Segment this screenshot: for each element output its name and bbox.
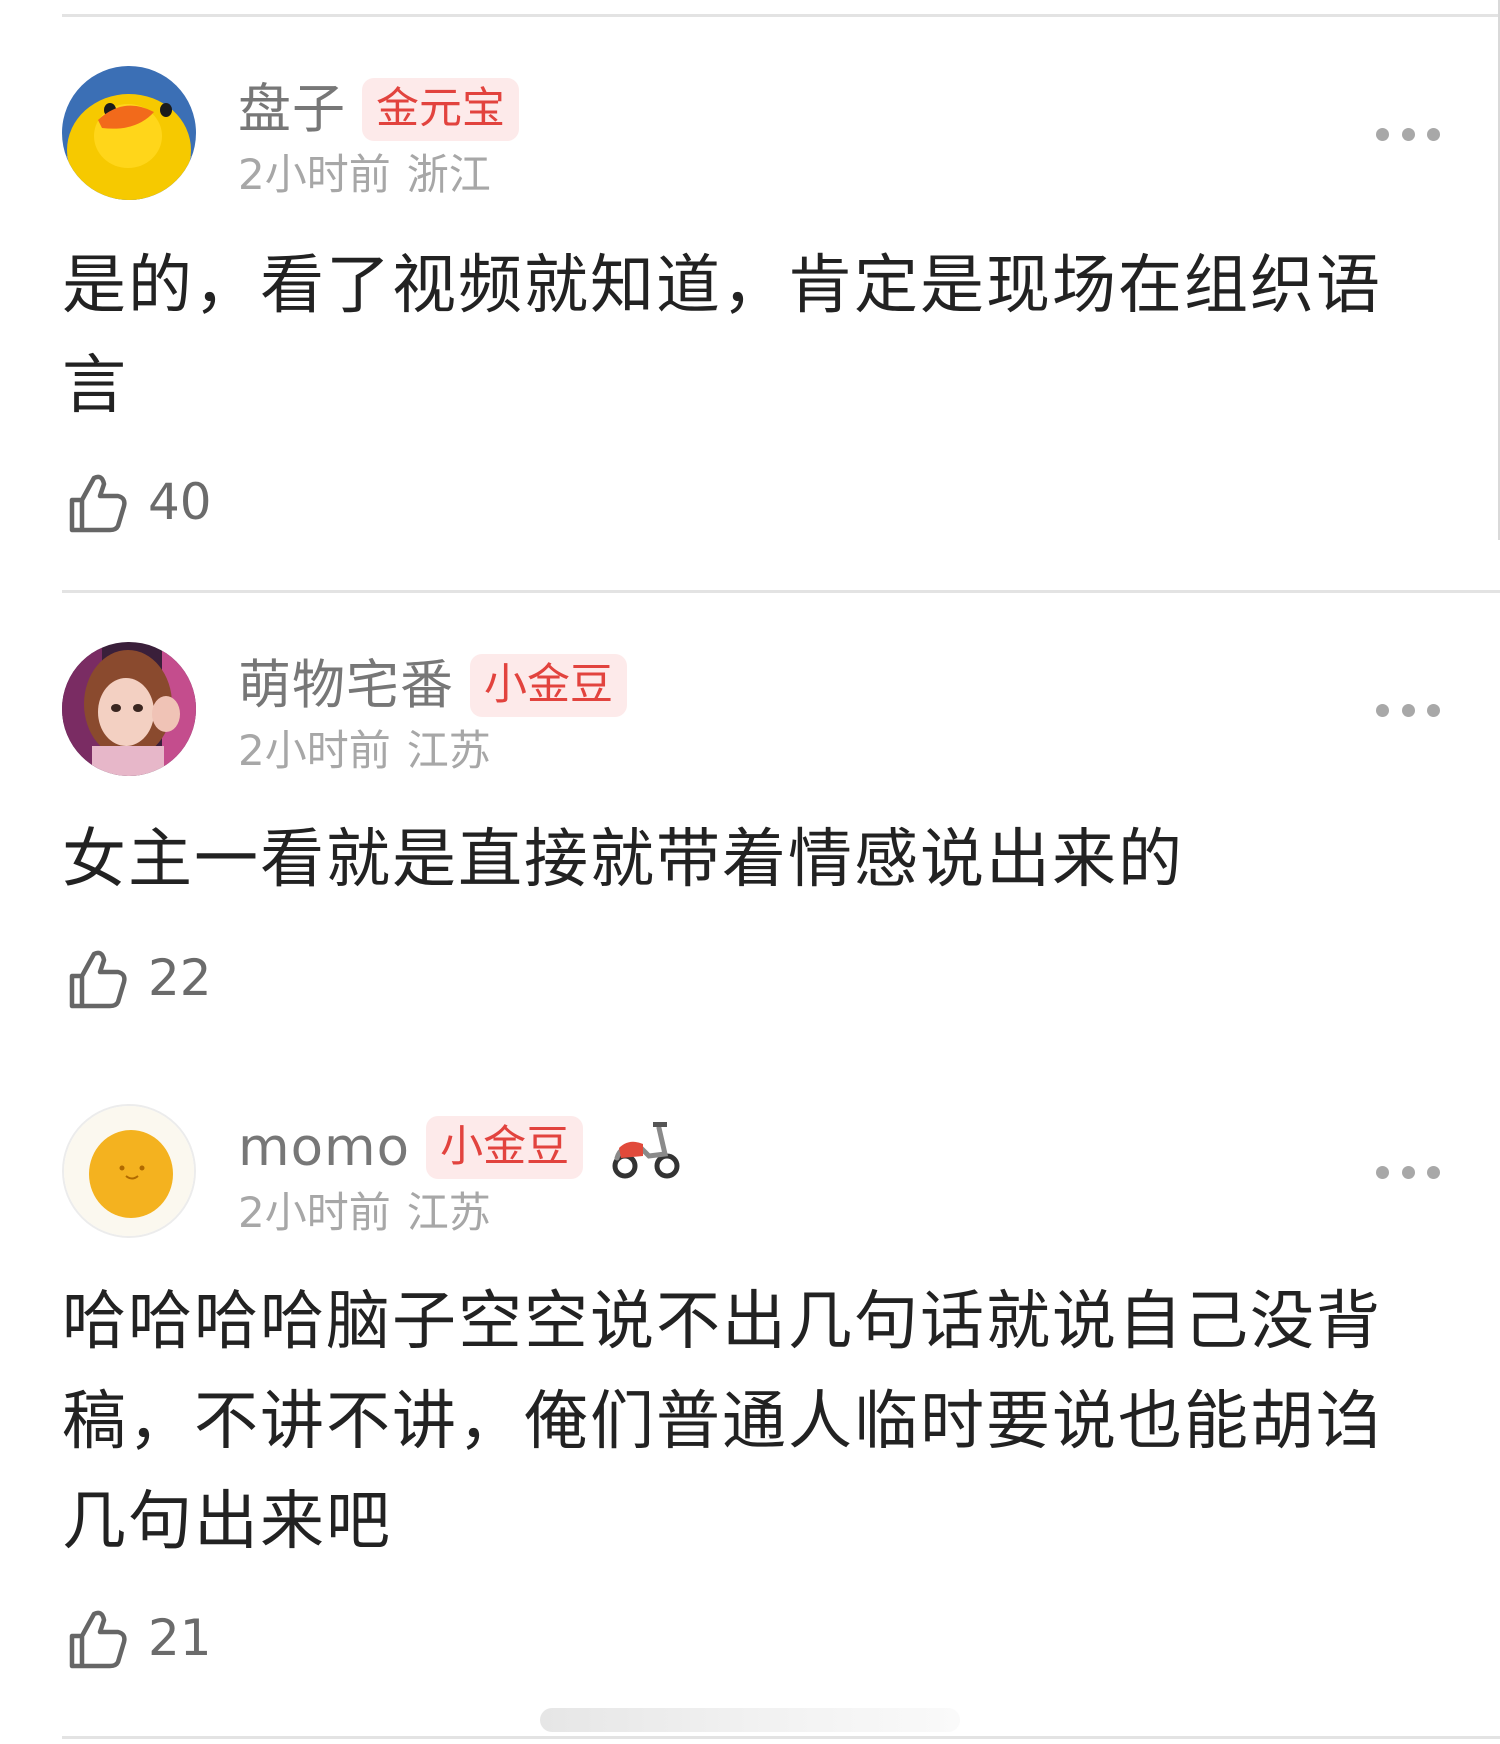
more-dot-icon	[1401, 127, 1415, 141]
more-options-button[interactable]	[1376, 124, 1440, 144]
comment-text: 是的，看了视频就知道，肯定是现场在组织语言	[62, 249, 1382, 423]
location: 江苏	[406, 726, 491, 775]
level-badge: 金元宝	[362, 77, 519, 141]
more-dot-icon	[1376, 703, 1389, 717]
username[interactable]: 萌物宅番	[238, 659, 454, 712]
avatar[interactable]	[62, 642, 196, 776]
comment-text: 女主一看就是直接就带着情感说出来的	[62, 823, 1184, 897]
thumbs-up-icon	[69, 950, 127, 1009]
comment-divider	[62, 590, 1500, 593]
location: 江苏	[406, 1188, 491, 1237]
more-dot-icon	[1427, 127, 1440, 141]
thumbs-up-icon	[69, 474, 127, 533]
more-dot-icon	[1401, 1165, 1415, 1179]
girl-photo-icon	[62, 642, 196, 776]
avatar[interactable]	[62, 1104, 196, 1238]
more-dot-icon	[1376, 1165, 1389, 1179]
more-dot-icon	[1376, 127, 1389, 141]
more-dot-icon	[1427, 1165, 1440, 1179]
username[interactable]: momo	[238, 1121, 410, 1174]
level-badge: 小金豆	[426, 1115, 584, 1179]
comment-meta: 2小时前 江苏	[238, 730, 491, 772]
more-dot-icon	[1401, 703, 1415, 717]
comment-meta: 2小时前 江苏	[238, 1192, 491, 1234]
timestamp: 2小时前	[238, 1188, 391, 1237]
more-options-button[interactable]	[1376, 1162, 1440, 1182]
more-dot-icon	[1427, 703, 1440, 717]
like-count: 21	[148, 1609, 212, 1667]
level-badge: 小金豆	[470, 653, 627, 717]
rubber-duck-icon	[62, 66, 196, 200]
more-options-button[interactable]	[1376, 700, 1440, 720]
comment-meta: 2小时前 浙江	[238, 154, 491, 196]
name-row: momo 小金豆	[238, 1114, 681, 1180]
name-row: 萌物宅番 小金豆	[238, 652, 627, 718]
name-row: 盘子 金元宝	[238, 76, 519, 142]
top-divider	[62, 14, 1500, 17]
timestamp: 2小时前	[238, 150, 391, 199]
avatar[interactable]	[62, 66, 196, 200]
bottom-divider	[62, 1736, 1500, 1739]
scooter-icon	[612, 1122, 680, 1179]
like-button[interactable]: 21	[66, 1606, 212, 1670]
comment-text: 哈哈哈哈脑子空空说不出几句话就说自己没背稿，不讲不讲，俺们普通人临时要说也能胡诌…	[62, 1285, 1382, 1559]
egg-yolk-icon	[64, 1106, 194, 1236]
like-button[interactable]: 40	[66, 470, 212, 534]
scroll-indicator[interactable]	[540, 1708, 960, 1732]
like-button[interactable]: 22	[66, 946, 212, 1010]
like-count: 22	[148, 949, 212, 1007]
thumbs-up-icon	[69, 1610, 127, 1669]
username[interactable]: 盘子	[238, 83, 346, 136]
location: 浙江	[406, 150, 491, 199]
like-count: 40	[148, 473, 212, 531]
timestamp: 2小时前	[238, 726, 391, 775]
